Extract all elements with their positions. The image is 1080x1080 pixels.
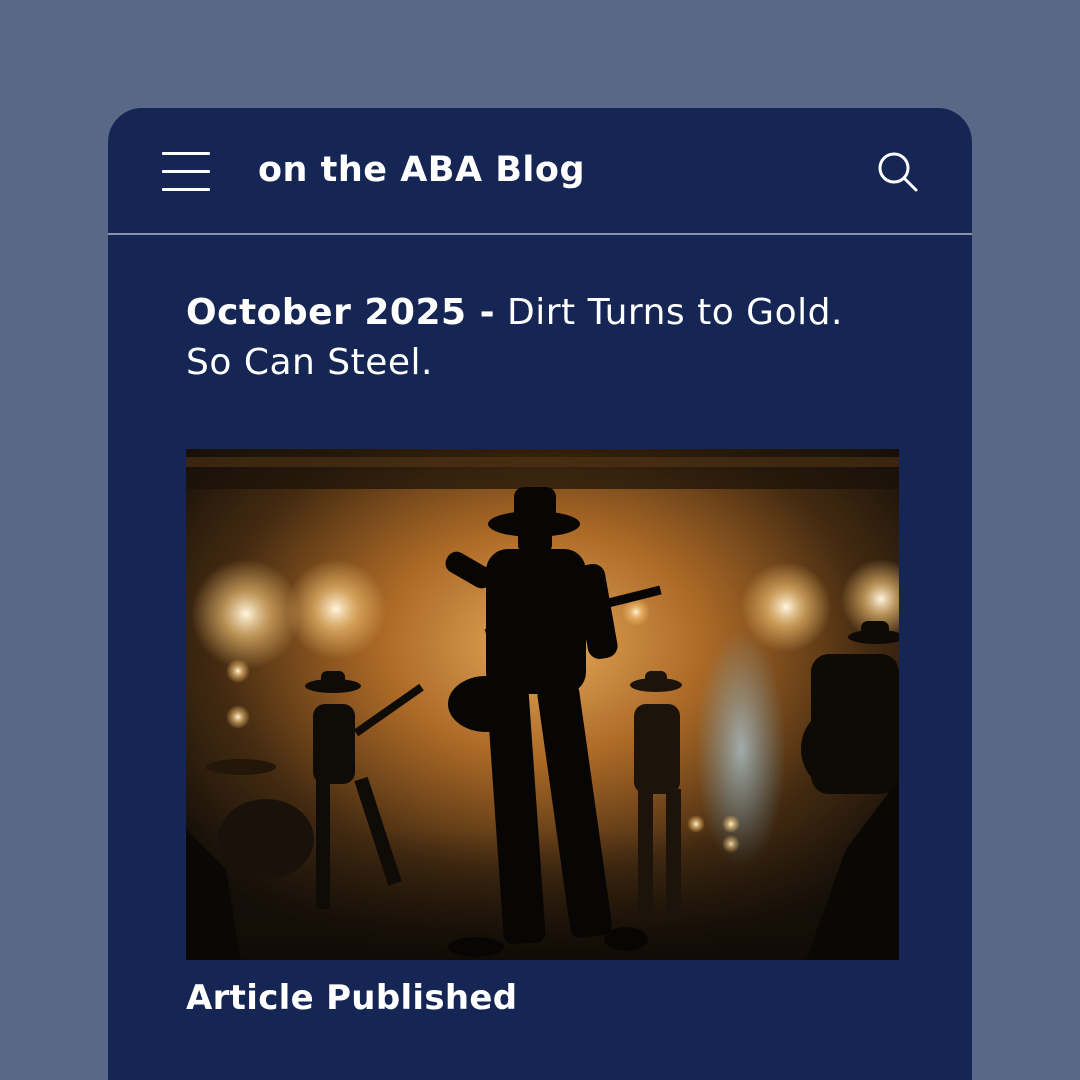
search-icon[interactable] <box>876 150 920 194</box>
blog-card: on the ABA Blog October 2025 - Dirt Turn… <box>108 108 972 1080</box>
top-navigation-bar: on the ABA Blog <box>108 108 972 235</box>
post-date: October 2025 - <box>186 292 496 333</box>
post-headline[interactable]: October 2025 - Dirt Turns to Gold. So Ca… <box>186 288 906 388</box>
post-featured-image[interactable] <box>186 449 899 960</box>
post-caption: Article Published <box>186 978 518 1018</box>
post-title-line-2: So Can Steel. <box>186 342 433 383</box>
post-title-line-1: Dirt Turns to Gold. <box>506 292 843 333</box>
hamburger-menu-icon[interactable] <box>162 152 210 192</box>
site-title[interactable]: on the ABA Blog <box>258 150 585 190</box>
